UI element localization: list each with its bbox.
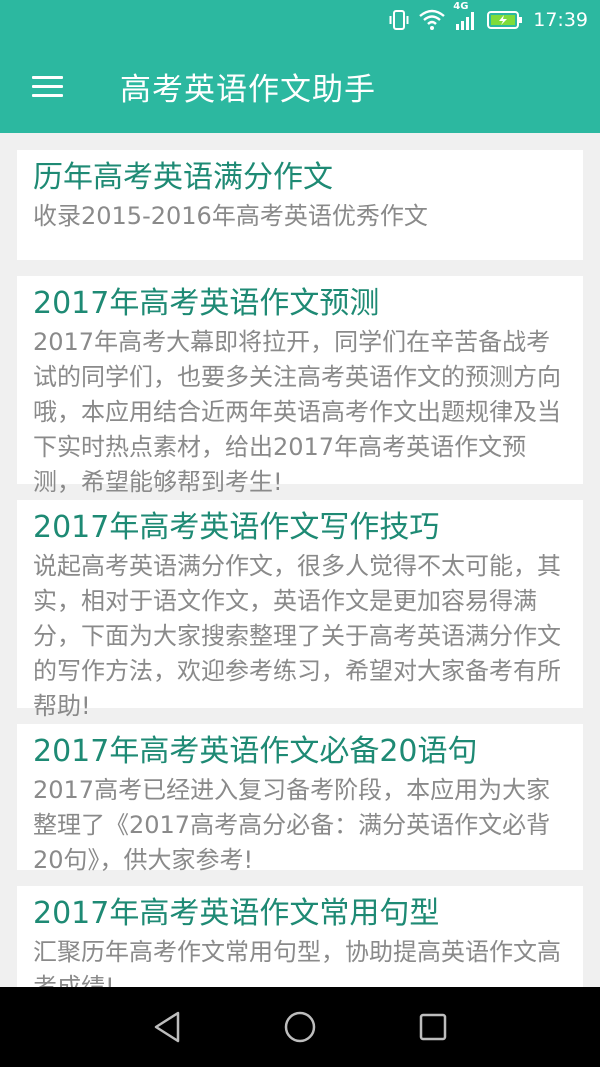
clock: 17:39 <box>533 9 588 31</box>
recents-icon[interactable] <box>413 1007 453 1047</box>
system-nav-bar <box>0 987 600 1067</box>
menu-button[interactable] <box>0 40 94 133</box>
article-description: 收录2015-2016年高考英语优秀作文 <box>33 202 428 230</box>
article-title: 2017年高考英语作文写作技巧 <box>33 510 440 545</box>
battery-charging-icon <box>487 10 523 30</box>
article-title: 2017年高考英语作文预测 <box>33 286 380 321</box>
article-description: 说起高考英语满分作文，很多人觉得不太可能，其实，相对于语文作文，英语作文是更加容… <box>33 552 561 720</box>
signal-icon: 4G <box>453 1 477 31</box>
wifi-icon <box>419 9 446 31</box>
article-card[interactable]: 2017年高考英语作文常用句型 汇聚历年高考作文常用句型，协助提高英语作文高考成… <box>17 886 583 987</box>
home-icon[interactable] <box>280 1007 320 1047</box>
status-bar: 4G 17:39 <box>0 0 600 40</box>
app-toolbar: 高考英语作文助手 <box>0 40 600 133</box>
article-card[interactable]: 2017年高考英语作文必备20语句 2017高考已经进入复习备考阶段，本应用为大… <box>17 724 583 874</box>
hamburger-menu-icon <box>31 75 63 98</box>
article-list[interactable]: 历年高考英语满分作文 收录2015-2016年高考英语优秀作文 2017年高考英… <box>0 133 600 987</box>
article-card[interactable]: 2017年高考英语作文写作技巧 说起高考英语满分作文，很多人觉得不太可能，其实，… <box>17 500 583 720</box>
article-card[interactable]: 历年高考英语满分作文 收录2015-2016年高考英语优秀作文 <box>17 150 583 260</box>
back-icon[interactable] <box>147 1007 187 1047</box>
article-card[interactable]: 2017年高考英语作文预测 2017年高考大幕即将拉开，同学们在辛苦备战考试的同… <box>17 276 583 496</box>
vibrate-icon <box>389 9 409 31</box>
article-title: 历年高考英语满分作文 <box>33 160 333 195</box>
app-title: 高考英语作文助手 <box>120 72 376 108</box>
article-description: 2017高考已经进入复习备考阶段，本应用为大家整理了《2017高考高分必备：满分… <box>33 776 551 874</box>
article-description: 汇聚历年高考作文常用句型，协助提高英语作文高考成绩! <box>33 938 561 987</box>
network-type-label: 4G <box>453 1 469 12</box>
article-title: 2017年高考英语作文常用句型 <box>33 896 440 931</box>
article-description: 2017年高考大幕即将拉开，同学们在辛苦备战考试的同学们，也要多关注高考英语作文… <box>33 328 561 496</box>
article-title: 2017年高考英语作文必备20语句 <box>33 734 478 769</box>
